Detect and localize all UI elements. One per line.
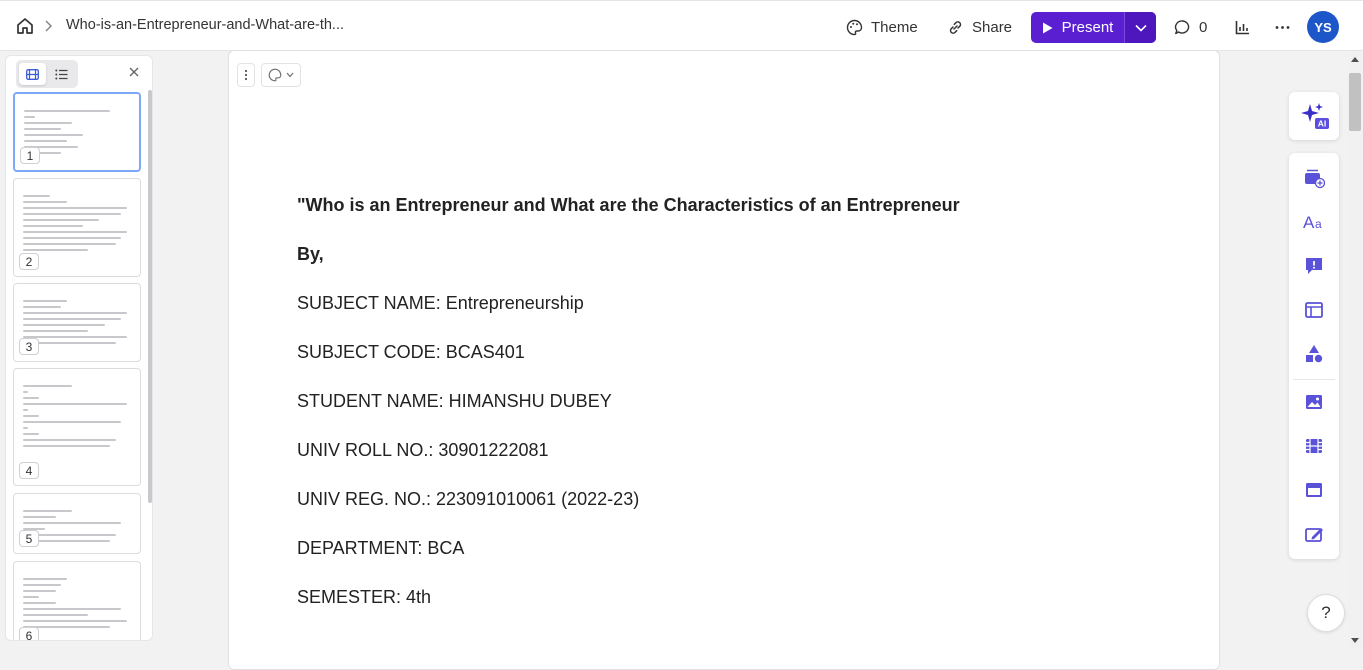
scrollbar-thumb[interactable] [1349, 73, 1361, 131]
view-toggle [16, 60, 78, 88]
help-button[interactable]: ? [1307, 594, 1345, 632]
slides-grid-icon [26, 68, 39, 80]
film-icon [1306, 439, 1322, 453]
share-label: Share [972, 18, 1013, 36]
chevron-down-icon [1134, 24, 1147, 32]
card-text-line: UNIV ROLL NO.: 30901222081 [297, 440, 549, 460]
callout-button[interactable] [1303, 255, 1325, 277]
more-vertical-icon [244, 69, 248, 81]
grid-view-button[interactable] [19, 63, 46, 85]
theme-label: Theme [871, 18, 918, 36]
slide-thumbnail-3[interactable]: 3 [13, 283, 141, 362]
card-text-line: SEMESTER: 4th [297, 587, 432, 607]
card-text-line: SUBJECT NAME: Entrepreneurship [297, 293, 584, 313]
card-menu-button[interactable] [237, 63, 255, 87]
slide-thumbnail-5[interactable]: 5 [13, 493, 141, 554]
slide-thumbnail-4[interactable]: 4 [13, 368, 141, 486]
chevron-right-icon [45, 20, 53, 32]
present-dropdown-button[interactable] [1124, 12, 1156, 43]
card-text-line: SUBJECT CODE: BCAS401 [297, 342, 525, 362]
slide-number: 4 [19, 462, 39, 479]
insert-image-button[interactable] [1303, 391, 1325, 413]
slide-thumbnail-2[interactable]: 2 [13, 178, 141, 277]
edit-form-icon [1305, 528, 1323, 542]
insert-video-button[interactable] [1303, 435, 1325, 457]
ai-badge: AI [1318, 119, 1327, 129]
slide-card: "Who is an Entrepreneur and What are the… [228, 50, 1220, 670]
analytics-button[interactable] [1234, 15, 1251, 39]
thumbnail-preview [23, 300, 132, 348]
thumbnail-preview [24, 110, 131, 158]
insert-toolbar: Aa [1289, 153, 1339, 559]
present-button-group: Present [1031, 12, 1156, 43]
card-byline: By, [297, 244, 324, 264]
document-title[interactable]: Who-is-an-Entrepreneur-and-What-are-th..… [66, 17, 344, 33]
svg-text:A: A [1303, 213, 1315, 232]
toolbar-divider [1293, 379, 1335, 380]
layout-button[interactable] [1303, 299, 1325, 321]
card-text-line: DEPARTMENT: BCA [297, 538, 465, 558]
embed-button[interactable] [1303, 479, 1325, 501]
slide-number: 3 [19, 338, 39, 355]
scroll-down-arrow[interactable] [1351, 638, 1359, 643]
user-avatar[interactable]: YS [1307, 11, 1339, 43]
text-style-button[interactable]: Aa [1303, 211, 1325, 233]
palette-icon [268, 68, 282, 82]
slide-thumbnail-1[interactable]: 1 [13, 92, 141, 172]
slide-number: 6 [19, 627, 39, 640]
more-horizontal-icon [1275, 25, 1290, 29]
callout-icon [1306, 258, 1322, 274]
share-button[interactable]: Share [947, 15, 1012, 39]
theme-button[interactable]: Theme [846, 15, 918, 39]
thumbnail-preview [23, 578, 132, 632]
add-card-icon [1305, 169, 1325, 189]
shapes-icon [1306, 345, 1323, 363]
chevron-down-icon [286, 72, 294, 78]
add-card-button[interactable] [1303, 167, 1325, 189]
shapes-button[interactable] [1303, 343, 1325, 365]
present-button[interactable]: Present [1031, 12, 1124, 43]
svg-text:a: a [1315, 217, 1322, 231]
slides-panel-scrollbar[interactable] [148, 90, 152, 503]
layout-icon [1305, 302, 1323, 318]
card-text-line: STUDENT NAME: HIMANSHU DUBEY [297, 391, 612, 411]
present-label: Present [1061, 19, 1114, 36]
thumbnail-preview [23, 385, 132, 451]
page-scrollbar[interactable] [1347, 51, 1363, 649]
embed-icon [1306, 483, 1322, 497]
thumbnail-preview [23, 195, 132, 255]
comment-count: 0 [1199, 18, 1208, 36]
card-heading: "Who is an Entrepreneur and What are the… [297, 195, 960, 215]
slide-number: 2 [19, 253, 39, 270]
slide-number: 5 [19, 530, 39, 547]
play-icon [1042, 22, 1053, 33]
slides-panel: 1 2 3 4 5 6 [5, 55, 153, 641]
top-bar: Who-is-an-Entrepreneur-and-What-are-th..… [0, 0, 1363, 51]
card-content[interactable]: "Who is an Entrepreneur and What are the… [297, 194, 1177, 635]
list-view-button[interactable] [48, 63, 75, 85]
scroll-up-arrow[interactable] [1351, 57, 1359, 62]
card-style-button[interactable] [261, 63, 301, 87]
comment-icon [1174, 19, 1190, 34]
form-button[interactable] [1303, 523, 1325, 545]
close-icon[interactable] [127, 65, 141, 79]
link-icon [949, 20, 962, 34]
slide-number: 1 [20, 147, 40, 164]
more-options-button[interactable] [1274, 15, 1291, 39]
sparkle-ai-icon: AI [1301, 103, 1329, 129]
comments-button[interactable]: 0 [1174, 15, 1207, 39]
image-icon [1306, 395, 1322, 409]
home-icon[interactable] [15, 16, 35, 36]
palette-icon [846, 19, 863, 35]
list-icon [55, 69, 68, 79]
bar-chart-icon [1235, 20, 1249, 34]
text-format-icon: Aa [1303, 213, 1322, 232]
card-text-line: UNIV REG. NO.: 223091010061 (2022-23) [297, 489, 640, 509]
slide-thumbnail-6[interactable]: 6 [13, 561, 141, 640]
thumbnail-preview [23, 510, 132, 546]
ai-assistant-button[interactable]: AI [1289, 92, 1339, 140]
